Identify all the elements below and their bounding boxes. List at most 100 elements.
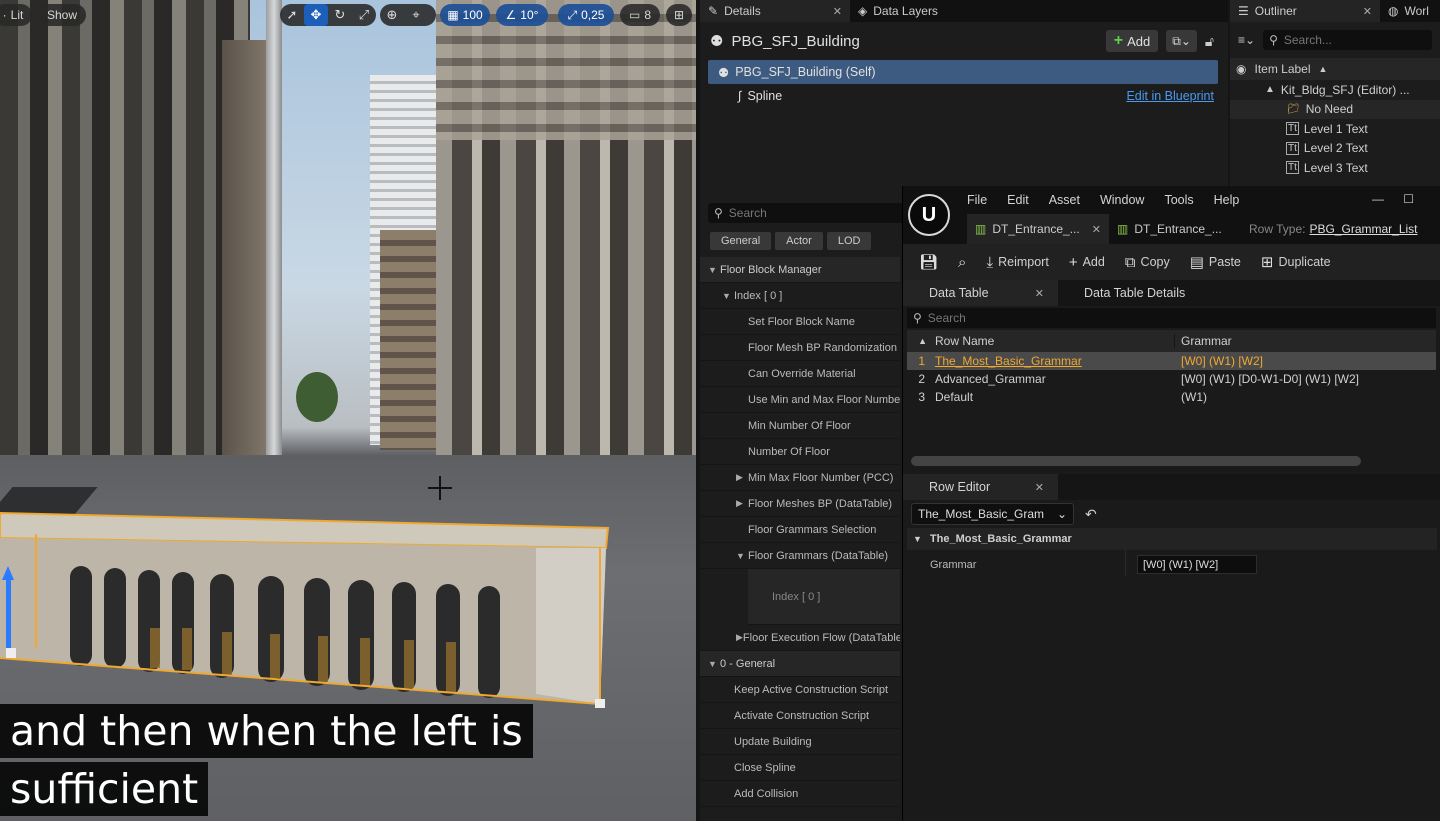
tab-outliner[interactable]: ☰ Outliner ✕ bbox=[1230, 0, 1380, 22]
chevron-right-icon[interactable]: ▶ bbox=[736, 472, 748, 483]
save-button[interactable]: 💾︎ bbox=[911, 248, 946, 276]
chevron-right-icon[interactable]: ▶ bbox=[736, 632, 743, 643]
property-row[interactable]: Index [ 0 ] bbox=[748, 569, 900, 625]
close-icon[interactable]: ✕ bbox=[1363, 5, 1372, 18]
row-select-dropdown[interactable]: The_Most_Basic_Gram ⌄ bbox=[911, 503, 1074, 525]
copy-button[interactable]: ⧉ Copy bbox=[1117, 248, 1178, 276]
minimize-icon[interactable]: — bbox=[1372, 192, 1384, 206]
maximize-icon[interactable]: ☐ bbox=[1403, 192, 1414, 206]
add-row-button[interactable]: + Add bbox=[1061, 248, 1113, 276]
horizontal-scrollbar[interactable] bbox=[911, 456, 1361, 466]
close-icon[interactable]: ✕ bbox=[1092, 223, 1101, 236]
property-row[interactable]: Min Number Of Floor bbox=[700, 413, 900, 439]
paste-button[interactable]: ▤ Paste bbox=[1182, 248, 1249, 276]
reimport-button[interactable]: ⤓ Reimport bbox=[978, 248, 1056, 276]
property-row[interactable]: ▶ Min Max Floor Number (PCC) bbox=[700, 465, 900, 491]
tab-row-editor[interactable]: Row Editor ✕ bbox=[903, 474, 1058, 500]
outliner-item[interactable]: Tt Level 2 Text bbox=[1230, 139, 1440, 159]
rotate-tool-icon[interactable]: ↻ bbox=[328, 4, 352, 26]
property-row[interactable]: Floor Grammars Selection bbox=[700, 517, 900, 543]
table-row[interactable]: 3 Default (W1) bbox=[907, 388, 1436, 406]
property-row[interactable]: Keep Active Construction Script bbox=[700, 677, 900, 703]
surface-snap-icon[interactable]: ⌖ bbox=[404, 4, 428, 26]
item-label-header[interactable]: Item Label bbox=[1254, 62, 1310, 76]
menu-help[interactable]: Help bbox=[1214, 193, 1240, 207]
row-editor-section-header[interactable]: ▼ The_Most_Basic_Grammar bbox=[907, 528, 1437, 550]
datatable-search-input[interactable]: ⚲ Search bbox=[907, 308, 1436, 328]
selected-building-model[interactable] bbox=[0, 508, 612, 708]
menu-tools[interactable]: Tools bbox=[1164, 193, 1193, 207]
lock-icon[interactable]: 🔓︎ bbox=[1205, 33, 1214, 50]
menu-window[interactable]: Window bbox=[1100, 193, 1144, 207]
chevron-down-icon[interactable]: ▼ bbox=[708, 659, 720, 669]
property-row[interactable]: ▼ Floor Block Manager bbox=[700, 257, 900, 283]
outliner-search-input[interactable]: ⚲ Search... bbox=[1263, 30, 1432, 50]
browse-button[interactable]: ⌕ bbox=[950, 248, 974, 276]
grammar-field-input[interactable]: [W0] (W1) [W2] bbox=[1137, 555, 1257, 574]
tab-data-table[interactable]: Data Table ✕ bbox=[903, 280, 1058, 306]
chevron-right-icon[interactable]: ▶ bbox=[736, 498, 748, 509]
tab-dt-entrance-1[interactable]: ▥ DT_Entrance_... ✕ bbox=[967, 214, 1109, 244]
close-icon[interactable]: ✕ bbox=[1035, 287, 1044, 300]
filter-actor[interactable]: Actor bbox=[775, 232, 823, 250]
menu-asset[interactable]: Asset bbox=[1049, 193, 1080, 207]
blueprint-options-button[interactable]: ⧉ ⌄ bbox=[1166, 30, 1197, 52]
row-type-link[interactable]: PBG_Grammar_List bbox=[1309, 222, 1417, 236]
select-tool-icon[interactable]: ➚ bbox=[280, 4, 304, 26]
component-self[interactable]: ⚉ PBG_SFJ_Building (Self) bbox=[708, 60, 1218, 84]
tab-world[interactable]: ◍ Worl bbox=[1380, 0, 1437, 22]
close-icon[interactable]: ✕ bbox=[1035, 481, 1044, 494]
outliner-item[interactable]: Tt Level 1 Text bbox=[1230, 119, 1440, 139]
component-spline[interactable]: ∫ Spline Edit in Blueprint bbox=[700, 84, 1228, 108]
property-row[interactable]: ▼ Index [ 0 ] bbox=[700, 283, 900, 309]
table-row[interactable]: 2 Advanced_Grammar [W0] (W1) [D0-W1-D0] (W… bbox=[907, 370, 1436, 388]
property-row[interactable]: Floor Mesh BP Randomization bbox=[700, 335, 900, 361]
chevron-down-icon[interactable]: ▼ bbox=[722, 291, 734, 301]
property-row[interactable]: Can Override Material bbox=[700, 361, 900, 387]
property-row[interactable]: Number Of Floor bbox=[700, 439, 900, 465]
filter-general[interactable]: General bbox=[710, 232, 772, 250]
camera-speed-button[interactable]: ▭ 8 bbox=[620, 4, 660, 26]
angle-snap-button[interactable]: ∠ 10° bbox=[496, 4, 548, 26]
property-row[interactable]: ▼ Floor Grammars (DataTable) bbox=[700, 543, 900, 569]
property-row[interactable]: Update Building bbox=[700, 729, 900, 755]
lit-button[interactable]: · Lit bbox=[0, 4, 32, 26]
outliner-item[interactable]: ▲ Kit_Bldg_SFJ (Editor) ... bbox=[1230, 80, 1440, 100]
scale-tool-icon[interactable]: ⤢ bbox=[352, 4, 376, 26]
edit-in-blueprint-link[interactable]: Edit in Blueprint bbox=[1126, 89, 1214, 103]
property-row[interactable]: ▶ Floor Execution Flow (DataTable) bbox=[700, 625, 900, 651]
layout-button[interactable]: ⊞ bbox=[666, 4, 692, 26]
tab-data-layers[interactable]: ◈ Data Layers bbox=[850, 0, 946, 22]
gizmo-z-axis[interactable] bbox=[2, 566, 14, 648]
property-row[interactable]: Close Spline bbox=[700, 755, 900, 781]
add-component-button[interactable]: + Add bbox=[1105, 30, 1159, 52]
property-row[interactable]: Activate Construction Script bbox=[700, 703, 900, 729]
world-space-icon[interactable]: ⊕ bbox=[380, 4, 404, 26]
property-row[interactable]: Add Collision bbox=[700, 781, 900, 807]
column-row-name[interactable]: Row Name bbox=[933, 334, 1175, 348]
tab-dt-entrance-2[interactable]: ▥ DT_Entrance_... bbox=[1109, 214, 1249, 244]
property-row[interactable]: Use Min and Max Floor Number bbox=[700, 387, 900, 413]
property-row[interactable]: ▼ 0 - General bbox=[700, 651, 900, 677]
details-search-input[interactable]: ⚲ Search bbox=[708, 203, 904, 223]
move-tool-icon[interactable]: ✥ bbox=[304, 4, 328, 26]
menu-edit[interactable]: Edit bbox=[1007, 193, 1029, 207]
reset-icon[interactable]: ↶ bbox=[1085, 506, 1097, 523]
menu-file[interactable]: File bbox=[967, 193, 987, 207]
table-row[interactable]: 1 The_Most_Basic_Grammar [W0] (W1) [W2] bbox=[907, 352, 1436, 370]
tab-data-table-details[interactable]: Data Table Details bbox=[1058, 280, 1199, 306]
column-grammar[interactable]: Grammar bbox=[1175, 334, 1232, 348]
eye-icon[interactable]: ◉ bbox=[1236, 62, 1246, 76]
chevron-down-icon[interactable]: ▼ bbox=[736, 551, 748, 561]
tab-details[interactable]: ✎ Details ✕ bbox=[700, 0, 850, 22]
close-icon[interactable]: ✕ bbox=[833, 5, 842, 18]
level-viewport[interactable]: · Lit Show ➚ ✥ ↻ ⤢ ⊕ ⌖ ▦ 100 ∠ 10° ⤢ 0,25 ▭ 8… bbox=[0, 0, 696, 821]
chevron-down-icon[interactable]: ▼ bbox=[708, 265, 720, 275]
duplicate-button[interactable]: ⊞ Duplicate bbox=[1253, 248, 1339, 276]
grid-snap-button[interactable]: ▦ 100 bbox=[440, 4, 490, 26]
show-button[interactable]: Show bbox=[38, 4, 86, 26]
filter-icon[interactable]: ≡⌄ bbox=[1238, 33, 1255, 47]
property-row[interactable]: Set Floor Block Name bbox=[700, 309, 900, 335]
outliner-item[interactable]: 📁︎ No Need bbox=[1230, 99, 1440, 119]
property-row[interactable]: ▶ Floor Meshes BP (DataTable) bbox=[700, 491, 900, 517]
